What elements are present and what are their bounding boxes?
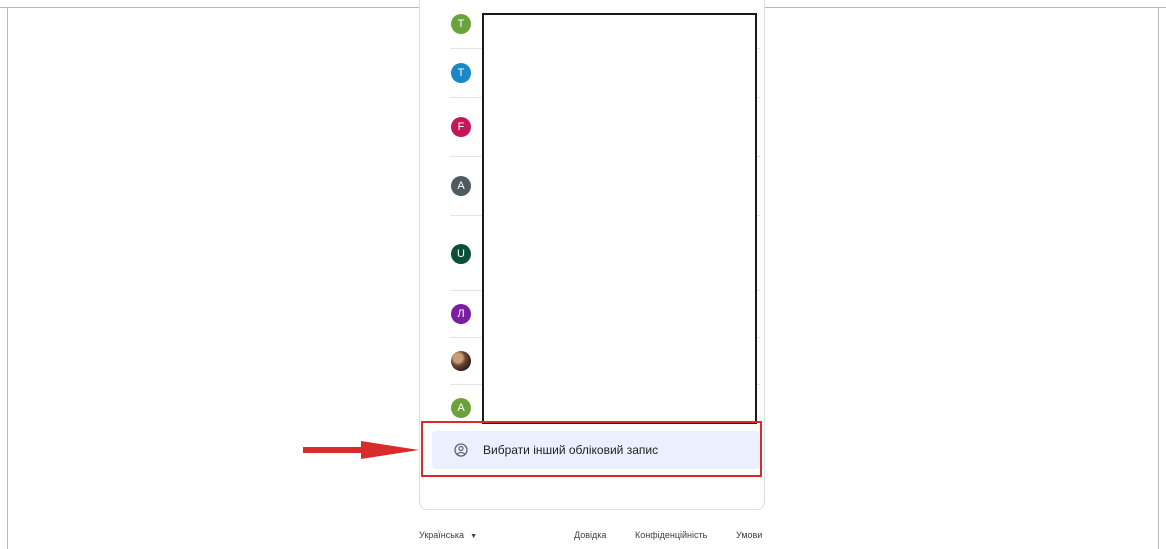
avatar: U [451, 244, 471, 264]
avatar: F [451, 117, 471, 137]
avatar: A [451, 398, 471, 418]
avatar-photo [451, 351, 471, 371]
caret-down-icon: ▼ [470, 533, 477, 540]
avatar: A [451, 176, 471, 196]
terms-link[interactable]: Умови [736, 530, 762, 540]
avatar: T [451, 63, 471, 83]
frame-border-right [1158, 7, 1159, 549]
redacted-area [482, 13, 757, 424]
help-link[interactable]: Довідка [574, 530, 606, 540]
avatar: Л [451, 304, 471, 324]
highlight-box [421, 421, 762, 477]
avatar: T [451, 14, 471, 34]
arrow-right-icon [303, 441, 419, 459]
language-label: Українська [419, 530, 465, 540]
language-selector[interactable]: Українська ▼ [419, 530, 477, 540]
frame-border-left [7, 7, 8, 549]
privacy-link[interactable]: Конфіденційність [635, 530, 707, 540]
